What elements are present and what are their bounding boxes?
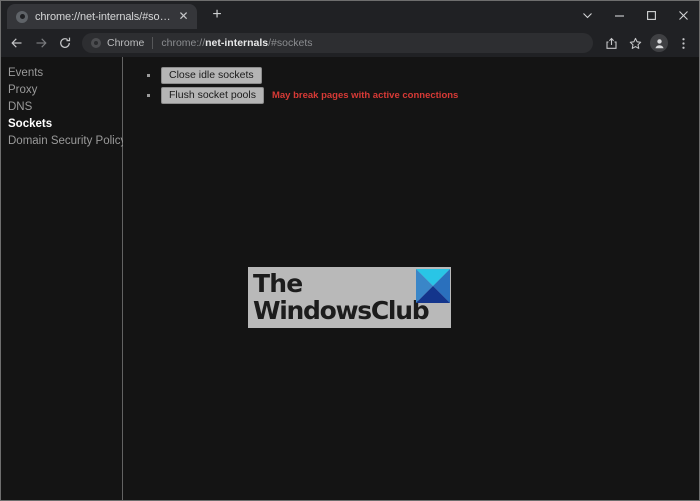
net-internals-sidebar: Events Proxy DNS Sockets Domain Security… [1, 57, 126, 500]
close-window-button[interactable] [667, 1, 699, 29]
socket-actions-list: Close idle sockets Flush socket pools Ma… [123, 67, 699, 104]
bullet-icon [147, 94, 150, 97]
toolbar-actions [599, 31, 695, 55]
share-icon[interactable] [599, 31, 623, 55]
url-host: net-internals [205, 37, 269, 49]
page-viewport: Events Proxy DNS Sockets Domain Security… [1, 57, 699, 500]
omnibox-separator [152, 37, 154, 49]
bookmark-star-icon[interactable] [623, 31, 647, 55]
reload-button-icon[interactable] [53, 31, 77, 55]
flush-warning-text: May break pages with active connections [271, 90, 459, 101]
windowsclub-diamond-logo-icon [416, 269, 450, 303]
url-path: /#sockets [268, 37, 313, 49]
sockets-panel: Close idle sockets Flush socket pools Ma… [123, 57, 699, 500]
bullet-icon [147, 74, 150, 77]
profile-avatar[interactable] [650, 34, 668, 52]
tab-strip: chrome://net-internals/#sockets ✕ + [1, 1, 699, 29]
back-button-icon[interactable] [5, 31, 29, 55]
browser-menu-icon[interactable] [671, 31, 695, 55]
window-controls [571, 1, 699, 29]
tab-search-button[interactable] [571, 1, 603, 29]
sidebar-item-sockets[interactable]: Sockets [1, 116, 122, 133]
maximize-window-button[interactable] [635, 1, 667, 29]
new-tab-button[interactable]: + [204, 2, 230, 28]
browser-window: chrome://net-internals/#sockets ✕ + Chro… [0, 0, 700, 501]
sidebar-item-dns[interactable]: DNS [1, 99, 122, 116]
sidebar-item-domain-security-policy[interactable]: Domain Security Policy [1, 133, 126, 150]
minimize-window-button[interactable] [603, 1, 635, 29]
close-tab-icon[interactable]: ✕ [176, 9, 191, 24]
list-item: Close idle sockets [147, 67, 699, 84]
flush-socket-pools-button[interactable]: Flush socket pools [161, 87, 264, 104]
tab-title: chrome://net-internals/#sockets [35, 10, 172, 23]
chrome-product-icon [91, 38, 101, 48]
close-idle-sockets-button[interactable]: Close idle sockets [161, 67, 262, 84]
omnibox-chip-label: Chrome [107, 37, 145, 49]
browser-toolbar: Chrome chrome://net-internals/#sockets [1, 29, 699, 57]
list-item: Flush socket pools May break pages with … [147, 87, 699, 104]
address-bar[interactable]: Chrome chrome://net-internals/#sockets [82, 33, 593, 53]
omnibox-url: chrome://net-internals/#sockets [161, 37, 312, 49]
sidebar-item-proxy[interactable]: Proxy [1, 82, 122, 99]
chrome-favicon-icon [16, 10, 28, 23]
watermark: The WindowsClub [248, 267, 451, 328]
browser-tab-active[interactable]: chrome://net-internals/#sockets ✕ [7, 4, 197, 29]
url-scheme: chrome:// [161, 37, 206, 49]
forward-button-icon[interactable] [29, 31, 53, 55]
sidebar-item-events[interactable]: Events [1, 65, 122, 82]
